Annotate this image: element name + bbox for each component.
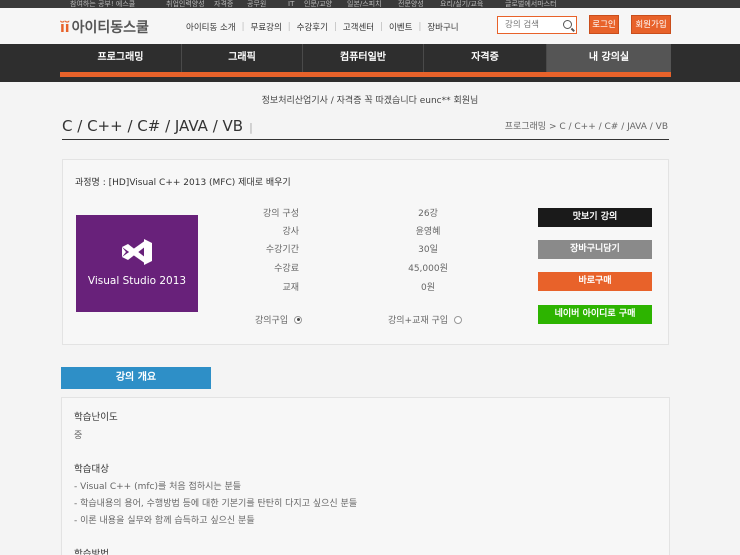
tab-computer-general[interactable]: 컴퓨터일반 bbox=[303, 44, 424, 72]
nav-link-cart[interactable]: 장바구니 bbox=[427, 21, 458, 33]
tab-graphics[interactable]: 그래픽 bbox=[182, 44, 303, 72]
lecture-only-radio[interactable] bbox=[294, 315, 303, 324]
naver-purchase-button[interactable]: 네이버 아이디로 구매 bbox=[538, 305, 652, 324]
course-thumbnail: Visual Studio 2013 bbox=[76, 215, 198, 312]
logo-text: 아이티동스쿨 bbox=[71, 20, 149, 36]
course-overview-box: 학습난이도 중 학습대상 - Visual C++ (mfc)를 처음 접하시는… bbox=[61, 397, 670, 555]
user-greeting: 정보처리산업기사 / 자격증 꼭 따겠습니다 eunc** 회원님 bbox=[261, 96, 479, 106]
main-navigation: 프로그래밍 그래픽 컴퓨터일반 자격증 내 강의실 bbox=[0, 44, 740, 82]
join-button[interactable]: 회원가입 bbox=[631, 15, 671, 34]
topstrip-link[interactable]: IT bbox=[288, 0, 294, 8]
info-value-fee: 45,000원 bbox=[408, 264, 448, 274]
top-navigation: 아이티동 소개 | 무료강의 | 수강후기 | 고객센터 | 이벤트 | 장바구… bbox=[186, 21, 459, 33]
nav-link-free-lectures[interactable]: 무료강의 bbox=[251, 21, 282, 33]
search-box bbox=[497, 16, 577, 34]
target-item: - 이론 내용을 실무와 함께 습득하고 싶으신 분들 bbox=[74, 516, 255, 526]
option-lecture-book-label: 강의+교재 구입 bbox=[388, 316, 449, 326]
nav-link-reviews[interactable]: 수강후기 bbox=[297, 21, 328, 33]
thumbnail-caption: Visual Studio 2013 bbox=[87, 275, 187, 287]
page-title-text: C / C++ / C# / JAVA / VB bbox=[62, 117, 244, 135]
title-divider-line bbox=[62, 139, 669, 140]
nav-link-events[interactable]: 이벤트 bbox=[389, 21, 412, 33]
topstrip-link[interactable]: 참여하는 공부! 에스쿨 bbox=[70, 0, 135, 8]
info-label-lessons: 강의 구성 bbox=[263, 209, 299, 219]
info-label-textbook: 교재 bbox=[282, 283, 299, 293]
nav-separator: | bbox=[418, 22, 422, 32]
nav-separator: | bbox=[380, 22, 383, 32]
title-divider: | bbox=[249, 121, 253, 134]
topstrip-link[interactable]: 일본/스피치 bbox=[347, 0, 382, 8]
nav-separator: | bbox=[241, 22, 245, 32]
top-site-strip: 참여하는 공부! 에스쿨 취업인력양성 자격증 공무원 IT 인문/교양 일본/… bbox=[0, 0, 740, 8]
target-heading: 학습대상 bbox=[74, 464, 109, 475]
info-label-period: 수강기간 bbox=[265, 245, 299, 255]
topstrip-link[interactable]: 자격증 bbox=[214, 0, 233, 8]
info-value-instructor: 윤영혜 bbox=[415, 227, 441, 237]
site-logo[interactable]: ĭĭ 아이티동스쿨 bbox=[60, 17, 149, 37]
topstrip-link[interactable]: 취업인력양성 bbox=[166, 0, 205, 8]
logo-icon: ĭĭ bbox=[60, 20, 70, 36]
info-value-lessons: 26강 bbox=[418, 209, 438, 219]
nav-separator: | bbox=[333, 22, 337, 32]
nav-link-support[interactable]: 고객센터 bbox=[343, 21, 374, 33]
info-label-fee: 수강료 bbox=[274, 264, 299, 274]
tab-programming[interactable]: 프로그래밍 bbox=[60, 44, 182, 72]
breadcrumb[interactable]: 프로그래밍 > C / C++ / C# / JAVA / VB bbox=[505, 119, 668, 132]
visual-studio-logo-icon bbox=[122, 239, 152, 265]
topstrip-link[interactable]: 공무원 bbox=[247, 0, 266, 8]
page-title: C / C++ / C# / JAVA / VB | bbox=[62, 117, 253, 135]
topstrip-link[interactable]: 글로벌에서마스터 bbox=[505, 0, 557, 8]
nav-accent-bar bbox=[60, 72, 671, 77]
info-value-textbook: 0원 bbox=[420, 283, 435, 293]
search-icon[interactable] bbox=[563, 20, 572, 29]
topstrip-link[interactable]: 전문양성 bbox=[398, 0, 424, 8]
target-item: - 학습내용의 용어, 수행방법 등에 대한 기본기를 탄탄히 다지고 싶으신 … bbox=[74, 499, 358, 509]
buy-now-button[interactable]: 바로구매 bbox=[538, 272, 652, 291]
search-input[interactable] bbox=[498, 17, 560, 33]
difficulty-heading: 학습난이도 bbox=[74, 412, 118, 423]
topstrip-link[interactable]: 요리/실기/교육 bbox=[440, 0, 483, 8]
course-detail-box: 과정명 : [HD]Visual C++ 2013 (MFC) 제대로 배우기 … bbox=[62, 159, 669, 345]
info-label-instructor: 강사 bbox=[282, 227, 299, 237]
preview-lecture-button[interactable]: 맛보기 강의 bbox=[538, 208, 652, 227]
option-lecture-label: 강의구입 bbox=[255, 316, 289, 326]
option-lecture-with-book[interactable]: 강의+교재 구입 bbox=[388, 313, 463, 326]
site-header: ĭĭ 아이티동스쿨 아이티동 소개 | 무료강의 | 수강후기 | 고객센터 | … bbox=[0, 8, 740, 44]
add-to-cart-button[interactable]: 장바구니담기 bbox=[538, 240, 652, 259]
topstrip-link[interactable]: 인문/교양 bbox=[304, 0, 332, 8]
nav-separator: | bbox=[287, 22, 291, 32]
tab-my-classroom[interactable]: 내 강의실 bbox=[547, 44, 671, 72]
method-heading: 학습방법 bbox=[74, 549, 109, 555]
info-value-period: 30일 bbox=[418, 245, 438, 255]
nav-link-about[interactable]: 아이티동 소개 bbox=[186, 21, 236, 33]
difficulty-value: 중 bbox=[74, 431, 83, 441]
course-name: 과정명 : [HD]Visual C++ 2013 (MFC) 제대로 배우기 bbox=[75, 178, 291, 188]
tab-certification[interactable]: 자격증 bbox=[424, 44, 547, 72]
tab-course-overview[interactable]: 강의 개요 bbox=[61, 367, 211, 389]
lecture-book-radio[interactable] bbox=[454, 315, 463, 324]
target-item: - Visual C++ (mfc)를 처음 접하시는 분들 bbox=[74, 482, 242, 492]
option-lecture-only[interactable]: 강의구입 bbox=[255, 313, 303, 326]
login-button[interactable]: 로그인 bbox=[589, 15, 619, 34]
